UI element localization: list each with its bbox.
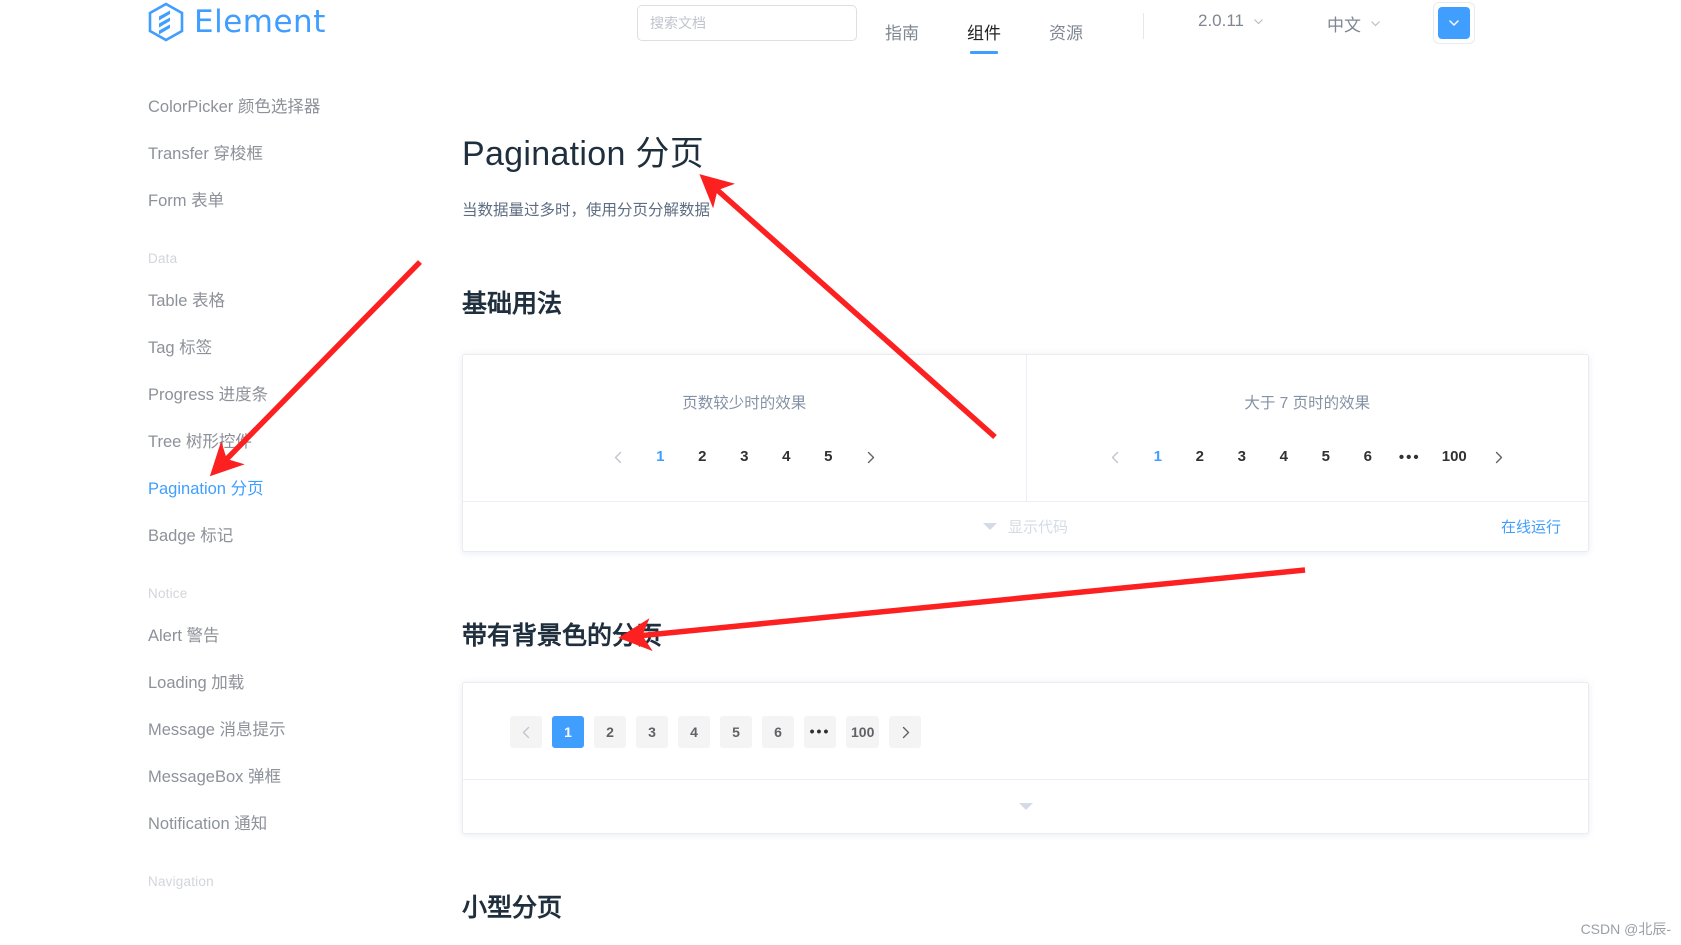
demo-body: 页数较少时的效果 1 2 3 4 5 大于 7 页时的效果 1 2 3 4 5 … (463, 355, 1588, 501)
page-title: Pagination 分页 (462, 135, 705, 173)
chevron-right-icon[interactable] (856, 443, 884, 471)
chevron-down-icon (1253, 16, 1264, 27)
page-number-button[interactable]: 2 (687, 443, 717, 471)
sidebar: ColorPicker 颜色选择器 Transfer 穿梭框 Form 表单 D… (0, 62, 430, 945)
nav-item-label: 资源 (1049, 23, 1083, 43)
page-number-button[interactable]: 5 (1311, 443, 1341, 471)
chevron-right-icon[interactable] (889, 716, 922, 748)
show-code-label: 显示代码 (1007, 519, 1068, 536)
pagination-few-pages: 1 2 3 4 5 (597, 443, 891, 471)
sidebar-item-notification[interactable]: Notification 通知 (0, 801, 430, 848)
sidebar-item-tag[interactable]: Tag 标签 (0, 325, 430, 372)
page-number-button[interactable]: 1 (1143, 443, 1173, 471)
sidebar-item-form[interactable]: Form 表单 (0, 178, 430, 225)
chevron-down-icon (1370, 18, 1381, 29)
pagination-many-pages: 1 2 3 4 5 6 ••• 100 (1095, 443, 1520, 471)
pagination-background: 1 2 3 4 5 6 ••• 100 (505, 716, 1588, 748)
section-title-small: 小型分页 (462, 894, 563, 922)
version-label: 2.0.11 (1198, 11, 1245, 30)
sidebar-item-transfer[interactable]: Transfer 穿梭框 (0, 131, 430, 178)
sidebar-item-messagebox[interactable]: MessageBox 弹框 (0, 754, 430, 801)
version-selector[interactable]: 2.0.11 (1198, 11, 1264, 31)
search-input[interactable] (638, 15, 856, 31)
page-number-button[interactable]: 100 (1437, 443, 1472, 471)
page-subtitle: 当数据量过多时，使用分页分解数据 (462, 202, 711, 219)
demo-block-basic: 页数较少时的效果 1 2 3 4 5 大于 7 页时的效果 1 2 3 4 5 … (462, 354, 1589, 552)
demo-pane-few-pages: 页数较少时的效果 1 2 3 4 5 (463, 355, 1026, 501)
header-divider (1143, 13, 1144, 39)
page-number-button[interactable]: 4 (678, 716, 710, 748)
page-number-button[interactable]: 4 (771, 443, 801, 471)
demo-footer-background[interactable] (463, 779, 1588, 833)
site-header: Element 指南 组件 资源 2.0.11 (0, 0, 1681, 62)
brand-name: Element (194, 4, 326, 40)
page-number-button[interactable]: 4 (1269, 443, 1299, 471)
show-code-toggle[interactable]: 显示代码 (982, 516, 1068, 537)
sidebar-item-message[interactable]: Message 消息提示 (0, 707, 430, 754)
triangle-down-icon (982, 523, 997, 530)
chevron-left-icon[interactable] (510, 716, 542, 748)
demo-pane-many-pages: 大于 7 页时的效果 1 2 3 4 5 6 ••• 100 (1025, 355, 1589, 501)
theme-switch-button[interactable] (1433, 2, 1475, 44)
sidebar-group-notice: Notice (148, 586, 188, 601)
sidebar-item-colorpicker[interactable]: ColorPicker 颜色选择器 (0, 84, 430, 131)
page-number-button[interactable]: 100 (846, 716, 880, 748)
page-root: Element 指南 组件 资源 2.0.11 (0, 0, 1681, 945)
demo-footer-basic: 显示代码 在线运行 (463, 501, 1588, 551)
page-ellipsis-more[interactable]: ••• (1395, 449, 1425, 466)
section-title-background: 带有背景色的分页 (462, 622, 663, 650)
page-ellipsis-more[interactable]: ••• (804, 716, 836, 748)
language-selector[interactable]: 中文 (1327, 11, 1381, 36)
main-content: Pagination 分页 当数据量过多时，使用分页分解数据 基础用法 页数较少… (430, 62, 1681, 945)
nav-item-components[interactable]: 组件 (967, 0, 1001, 62)
section-title-basic: 基础用法 (462, 290, 563, 318)
sidebar-item-pagination[interactable]: Pagination 分页 (0, 466, 430, 513)
watermark: CSDN @北辰- (1580, 921, 1671, 937)
element-hexagon-logo-icon (148, 2, 184, 42)
page-number-button[interactable]: 3 (1227, 443, 1257, 471)
chevron-left-icon[interactable] (604, 443, 632, 471)
page-number-button[interactable]: 3 (729, 443, 759, 471)
nav-item-resources[interactable]: 资源 (1049, 0, 1083, 62)
language-label: 中文 (1327, 16, 1361, 35)
page-number-button[interactable]: 2 (594, 716, 626, 748)
page-number-button[interactable]: 5 (720, 716, 752, 748)
sidebar-item-table[interactable]: Table 表格 (0, 278, 430, 325)
sidebar-item-tree[interactable]: Tree 树形控件 (0, 419, 430, 466)
theme-switch-swatch (1438, 7, 1470, 39)
chevron-down-icon (1449, 20, 1459, 26)
demo-caption-many-pages: 大于 7 页时的效果 (1244, 395, 1371, 412)
nav-item-label: 指南 (885, 23, 919, 43)
demo-body-background: 1 2 3 4 5 6 ••• 100 (463, 683, 1588, 779)
brand-logo[interactable]: Element (148, 2, 326, 42)
primary-nav: 指南 组件 资源 (885, 0, 1131, 62)
demo-caption-few-pages: 页数较少时的效果 (682, 395, 807, 412)
page-number-button[interactable]: 1 (645, 443, 675, 471)
sidebar-group-data: Data (148, 251, 178, 266)
triangle-down-icon (1018, 803, 1033, 810)
nav-item-label: 组件 (967, 23, 1001, 43)
search-box[interactable] (637, 5, 857, 41)
chevron-right-icon[interactable] (1485, 443, 1513, 471)
page-number-button[interactable]: 1 (552, 716, 584, 748)
online-run-link[interactable]: 在线运行 (1501, 516, 1561, 537)
page-number-button[interactable]: 6 (762, 716, 794, 748)
page-number-button[interactable]: 3 (636, 716, 668, 748)
chevron-left-icon[interactable] (1102, 443, 1130, 471)
page-number-button[interactable]: 6 (1353, 443, 1383, 471)
page-number-button[interactable]: 5 (813, 443, 843, 471)
sidebar-item-loading[interactable]: Loading 加载 (0, 660, 430, 707)
sidebar-item-badge[interactable]: Badge 标记 (0, 513, 430, 560)
demo-block-background: 1 2 3 4 5 6 ••• 100 (462, 682, 1589, 834)
nav-item-guide[interactable]: 指南 (885, 0, 919, 62)
sidebar-item-progress[interactable]: Progress 进度条 (0, 372, 430, 419)
sidebar-item-alert[interactable]: Alert 警告 (0, 613, 430, 660)
sidebar-group-navigation: Navigation (148, 874, 214, 889)
page-number-button[interactable]: 2 (1185, 443, 1215, 471)
